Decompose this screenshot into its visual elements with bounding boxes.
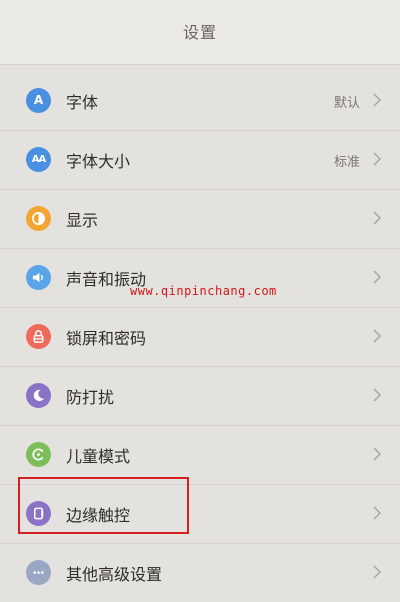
settings-item-display[interactable]: 显示 <box>0 190 400 249</box>
settings-item-label: 其他高级设置 <box>66 565 163 584</box>
header-bar: 设置 <box>0 0 400 65</box>
child-mode-icon <box>26 442 51 467</box>
settings-item-font-size[interactable]: AA 字体大小 标准 <box>0 131 400 190</box>
chevron-right-icon <box>373 447 382 461</box>
settings-item-label: 显示 <box>66 211 99 230</box>
display-icon <box>26 206 51 231</box>
chevron-right-icon <box>373 93 382 107</box>
font-size-icon-glyph: AA <box>31 154 47 165</box>
chevron-right-icon <box>373 270 382 284</box>
settings-item-value: 默认 <box>333 96 360 111</box>
settings-item-font[interactable]: A 字体 默认 <box>0 72 400 131</box>
sound-icon <box>26 265 51 290</box>
chevron-right-icon <box>373 329 382 343</box>
settings-item-lock[interactable]: 锁屏和密码 <box>0 308 400 367</box>
chevron-right-icon <box>373 211 382 225</box>
chevron-right-icon <box>373 388 382 402</box>
settings-item-label: 儿童模式 <box>66 447 131 466</box>
font-icon-glyph: A <box>33 93 44 107</box>
font-icon: A <box>26 88 51 113</box>
settings-item-value: 标准 <box>333 155 360 170</box>
settings-item-advanced[interactable]: 其他高级设置 <box>0 544 400 602</box>
highlight-box <box>18 477 189 534</box>
settings-item-do-not-disturb[interactable]: 防打扰 <box>0 367 400 426</box>
chevron-right-icon <box>373 506 382 520</box>
settings-item-label: 字体大小 <box>66 152 131 171</box>
settings-item-label: 防打扰 <box>66 388 115 407</box>
chevron-right-icon <box>373 565 382 579</box>
page-title: 设置 <box>182 23 217 42</box>
lock-icon <box>26 324 51 349</box>
watermark: www.qinpinchang.com <box>130 284 277 298</box>
settings-item-label: 字体 <box>66 93 99 112</box>
settings-item-sound[interactable]: 声音和振动 <box>0 249 400 308</box>
more-icon <box>26 560 51 585</box>
settings-item-label: 锁屏和密码 <box>66 329 147 348</box>
chevron-right-icon <box>373 152 382 166</box>
font-size-icon: AA <box>26 147 51 172</box>
moon-icon <box>26 383 51 408</box>
